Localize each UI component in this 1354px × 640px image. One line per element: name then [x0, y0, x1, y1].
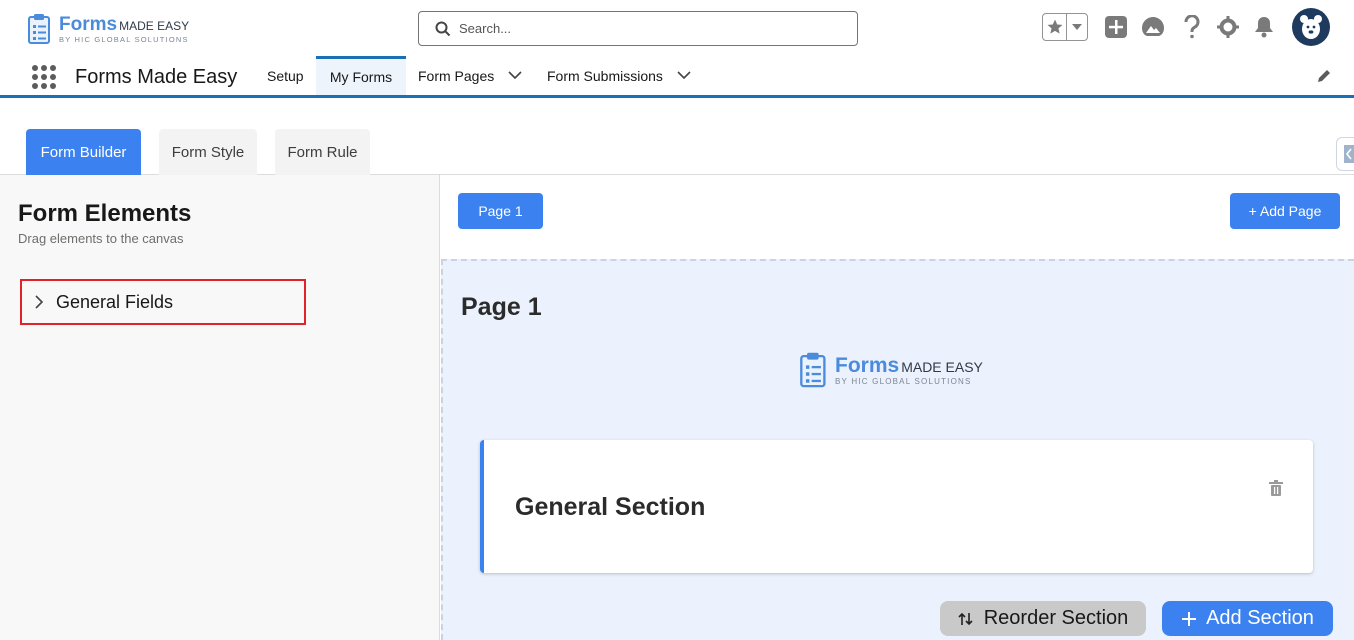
form-canvas[interactable]: Page 1 Forms MADE EASY BY HIC GLOBAL SOLU… — [441, 259, 1354, 640]
add-page-button[interactable]: + Add Page — [1230, 193, 1340, 229]
nav-item-form-submissions[interactable]: Form Submissions — [535, 56, 703, 95]
app-logo[interactable]: Forms MADE EASY BY HIC GLOBAL SOLUTIONS — [27, 13, 189, 45]
favorites-star-icon[interactable] — [1043, 14, 1067, 40]
favorites-button[interactable] — [1042, 13, 1088, 41]
tab-label: Form Builder — [40, 143, 127, 161]
clipboard-logo-icon — [800, 352, 826, 388]
nav-item-setup[interactable]: Setup — [255, 56, 316, 95]
favorites-dropdown-icon[interactable] — [1067, 23, 1087, 31]
reorder-section-label: Reorder Section — [983, 607, 1129, 629]
builder-tabs: Form Builder Form Style Form Rule — [0, 101, 1354, 175]
accordion-label: General Fields — [56, 291, 174, 312]
add-section-button[interactable]: Add Section — [1162, 601, 1333, 636]
nav-item-my-forms[interactable]: My Forms — [316, 56, 406, 95]
page-title: Page 1 — [461, 293, 542, 321]
add-icon[interactable] — [1104, 13, 1128, 41]
plus-icon — [1182, 611, 1197, 626]
add-section-label: Add Section — [1206, 607, 1314, 629]
page-1-button[interactable]: Page 1 — [458, 193, 543, 229]
tab-label: Form Rule — [287, 143, 358, 161]
tab-form-rule[interactable]: Form Rule — [275, 129, 370, 175]
logo-main-text: Forms — [835, 353, 900, 377]
help-icon[interactable] — [1181, 13, 1203, 41]
global-search[interactable] — [418, 11, 858, 46]
section-title: General Section — [515, 493, 706, 521]
trailhead-icon[interactable] — [1140, 13, 1166, 41]
trash-icon[interactable] — [1269, 480, 1283, 496]
chevron-down-icon[interactable] — [677, 71, 691, 80]
clipboard-logo-icon — [28, 14, 50, 44]
app-name: Forms Made Easy — [75, 66, 238, 88]
nav-item-form-pages[interactable]: Form Pages — [406, 56, 534, 95]
general-section-card[interactable]: General Section — [480, 440, 1313, 573]
global-header: Forms MADE EASY BY HIC GLOBAL SOLUTIONS — [0, 0, 1354, 56]
side-panel-toggle[interactable] — [1336, 137, 1354, 171]
app-launcher-icon[interactable] — [32, 65, 56, 89]
app-navigation-bar: Forms Made Easy Setup My Forms Form Page… — [0, 56, 1354, 98]
tab-label: Form Style — [171, 143, 245, 161]
reorder-section-button[interactable]: Reorder Section — [940, 601, 1146, 636]
general-fields-accordion[interactable]: General Fields — [20, 279, 306, 325]
logo-main-text: Forms — [59, 13, 118, 35]
logo-sub-text: BY HIC GLOBAL SOLUTIONS — [835, 376, 972, 386]
page-toolbar: Page 1 + Add Page — [441, 175, 1354, 259]
reorder-arrows-icon — [958, 612, 973, 625]
panel-title: Form Elements — [18, 200, 192, 227]
notification-bell-icon[interactable] — [1252, 13, 1276, 41]
nav-item-label: Setup — [267, 67, 304, 84]
panel-subtitle: Drag elements to the canvas — [18, 231, 184, 246]
logo-sub-text: BY HIC GLOBAL SOLUTIONS — [59, 34, 189, 44]
chevron-right-icon — [35, 295, 44, 309]
tab-form-style[interactable]: Form Style — [159, 129, 257, 175]
logo-made-text: MADE EASY — [119, 18, 190, 33]
chevron-left-icon — [1344, 145, 1354, 163]
setup-gear-icon[interactable] — [1216, 13, 1240, 41]
edit-pencil-icon[interactable] — [1316, 68, 1332, 84]
logo-made-text: MADE EASY — [901, 358, 983, 375]
user-avatar[interactable] — [1292, 8, 1330, 46]
search-input[interactable] — [459, 21, 839, 36]
nav-item-label: Form Submissions — [547, 67, 663, 84]
nav-item-label: My Forms — [329, 69, 393, 85]
tab-form-builder[interactable]: Form Builder — [26, 129, 141, 175]
form-elements-panel: Form Elements Drag elements to the canva… — [0, 175, 440, 640]
search-icon — [435, 21, 451, 36]
nav-item-label: Form Pages — [418, 67, 495, 84]
chevron-down-icon[interactable] — [508, 71, 522, 80]
form-logo: Forms MADE EASY BY HIC GLOBAL SOLUTIONS — [799, 351, 983, 389]
